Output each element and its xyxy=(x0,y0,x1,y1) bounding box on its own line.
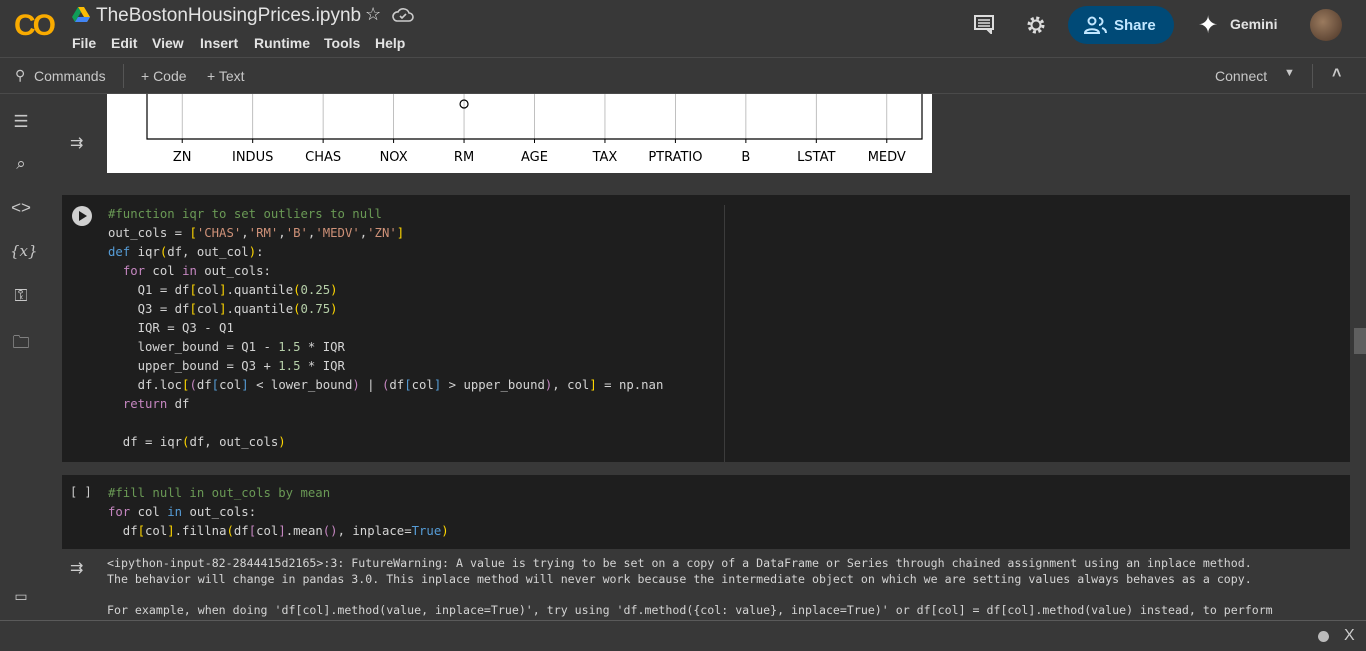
status-bar: X xyxy=(0,620,1366,651)
tick-label: RM xyxy=(454,150,474,165)
commands-button[interactable]: Commands xyxy=(34,68,106,84)
comment-icon[interactable] xyxy=(973,14,995,34)
code-editor[interactable]: #function iqr to set outliers to null out… xyxy=(108,205,663,452)
notebook-title[interactable]: TheBostonHousingPrices.ipynb xyxy=(96,5,361,27)
star-icon[interactable]: ☆ xyxy=(365,4,381,25)
output-line: The behavior will change in pandas 3.0. … xyxy=(107,571,1252,586)
gemini-sparkle-icon[interactable]: ✦ xyxy=(1198,11,1218,40)
share-label: Share xyxy=(1114,17,1156,34)
variables-icon[interactable]: {x} xyxy=(10,242,38,264)
cell-output: <ipython-input-82-2844415d2165>:3: Futur… xyxy=(107,556,1350,618)
code-line: df[col].fillna(df[col].mean(), inplace=T… xyxy=(108,524,449,538)
code-line: #fill null in out_cols by mean xyxy=(108,486,331,500)
share-people-icon xyxy=(1084,16,1107,34)
menu-insert[interactable]: Insert xyxy=(200,35,238,51)
code-line: IQR = Q3 - Q1 xyxy=(108,321,234,335)
ruler-line xyxy=(724,205,725,462)
tick-label: NOX xyxy=(380,150,408,165)
chevron-down-icon[interactable]: ▼ xyxy=(1284,67,1295,79)
code-cell[interactable]: [ ] #fill null in out_cols by mean for co… xyxy=(62,475,1350,549)
status-dot-icon xyxy=(1318,631,1329,642)
output-line: <ipython-input-82-2844415d2165>:3: Futur… xyxy=(107,556,1252,570)
tick-label: AGE xyxy=(521,150,548,165)
run-cell-button[interactable] xyxy=(72,206,92,226)
tick-label: LSTAT xyxy=(797,150,835,165)
menu-view[interactable]: View xyxy=(152,35,184,51)
code-line: out_cols = ['CHAS','RM','B','MEDV','ZN'] xyxy=(108,226,405,240)
cloud-saved-icon[interactable] xyxy=(392,7,414,23)
tick-label: TAX xyxy=(592,150,618,165)
code-line: def iqr(df, out_col): xyxy=(108,245,264,259)
code-line: #function iqr to set outliers to null xyxy=(108,207,382,221)
sidebar: ☰ ⌕ <> {x} ⚿ 🗀 ▭ xyxy=(0,94,42,620)
avatar[interactable] xyxy=(1310,9,1342,41)
boxplot-chart: ZN INDUS CHAS NOX RM AGE TAX PTRATIO B LSTAT MEDV xyxy=(107,94,932,173)
tick-label: ZN xyxy=(173,150,192,165)
menu-tools[interactable]: Tools xyxy=(324,35,360,51)
menu-help[interactable]: Help xyxy=(375,35,405,51)
cell-execution-count[interactable]: [ ] xyxy=(70,485,92,499)
code-line: Q3 = df[col].quantile(0.75) xyxy=(108,302,338,316)
colab-logo[interactable]: CO xyxy=(14,9,56,43)
connect-button[interactable]: Connect xyxy=(1215,68,1267,84)
code-line: upper_bound = Q3 + 1.5 * IQR xyxy=(108,359,345,373)
toolbar: ⚲ Commands + Code + Text Connect ▼ ˄ xyxy=(0,57,1366,94)
tick-label: CHAS xyxy=(305,150,341,165)
code-editor[interactable]: #fill null in out_cols by mean for col in… xyxy=(108,484,449,541)
gear-icon[interactable] xyxy=(1025,14,1047,36)
tick-label: MEDV xyxy=(868,150,906,165)
folder-icon[interactable]: 🗀 xyxy=(10,330,32,352)
terminal-icon[interactable]: ▭ xyxy=(10,588,32,610)
code-line: lower_bound = Q1 - 1.5 * IQR xyxy=(108,340,345,354)
output-toggle-icon[interactable]: ⇉ xyxy=(70,133,83,153)
code-line: Q1 = df[col].quantile(0.25) xyxy=(108,283,338,297)
code-line: for col in out_cols: xyxy=(108,505,257,519)
divider xyxy=(123,64,124,88)
code-snippets-icon[interactable]: <> xyxy=(10,198,32,220)
search-icon: ⚲ xyxy=(15,67,26,83)
code-line: for col in out_cols: xyxy=(122,264,271,278)
tick-label: INDUS xyxy=(232,150,273,165)
header: CO TheBostonHousingPrices.ipynb ☆ File E… xyxy=(0,0,1366,57)
menu-file[interactable]: File xyxy=(72,35,96,51)
code-line: df.loc[(df[col] < lower_bound) | (df[col… xyxy=(108,378,664,392)
find-icon[interactable]: ⌕ xyxy=(10,154,32,176)
close-button[interactable]: X xyxy=(1344,627,1355,645)
menu-runtime[interactable]: Runtime xyxy=(254,35,310,51)
code-cell[interactable]: #function iqr to set outliers to null out… xyxy=(62,195,1350,462)
chevron-up-icon[interactable]: ˄ xyxy=(1332,65,1341,83)
menu-edit[interactable]: Edit xyxy=(111,35,137,51)
scrollbar[interactable] xyxy=(1354,328,1366,354)
code-line: df = iqr(df, out_cols) xyxy=(108,435,286,449)
add-text-button[interactable]: + Text xyxy=(207,68,245,84)
toc-icon[interactable]: ☰ xyxy=(10,112,32,134)
divider xyxy=(1312,64,1313,88)
share-button[interactable]: Share xyxy=(1068,6,1174,44)
output-line: For example, when doing 'df[col].method(… xyxy=(107,602,1273,617)
add-code-button[interactable]: + Code xyxy=(141,68,187,84)
code-line: return df xyxy=(122,397,190,411)
tick-label: B xyxy=(741,150,750,165)
secrets-key-icon[interactable]: ⚿ xyxy=(10,286,32,308)
output-toggle-icon[interactable]: ⇉ xyxy=(70,558,83,578)
tick-label: PTRATIO xyxy=(648,150,702,165)
google-drive-icon[interactable] xyxy=(72,7,90,23)
gemini-button[interactable]: Gemini xyxy=(1230,16,1277,32)
